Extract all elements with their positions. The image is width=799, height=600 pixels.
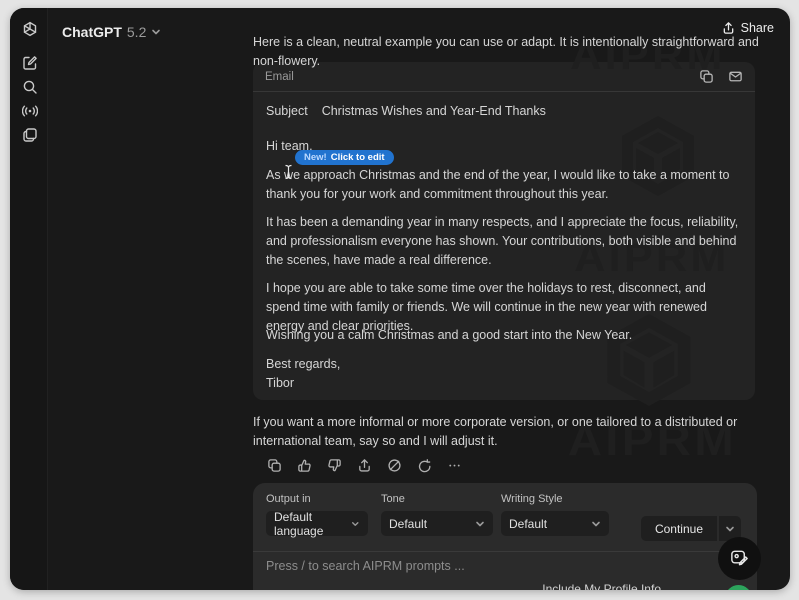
- tone-field: Tone Default: [381, 493, 493, 536]
- include-profile-row: Include My Profile Info: [542, 582, 661, 590]
- read-aloud-off-icon[interactable]: [383, 455, 405, 475]
- my-profile-info-link[interactable]: My Profile Info: [584, 582, 661, 590]
- library-icon[interactable]: [21, 126, 38, 143]
- email-card: Email Subject Christmas Wishes and Year-…: [253, 62, 755, 400]
- email-closing: Best regards,: [266, 355, 742, 374]
- copy-icon[interactable]: [699, 69, 714, 84]
- output-in-field: Output in Default language: [266, 493, 368, 536]
- aiprm-canvas-button[interactable]: [718, 537, 761, 580]
- chatgpt-window: ChatGPT 5.2 Share AIPRM AIPRM AIPRM Here…: [10, 8, 790, 590]
- app-title: ChatGPT: [62, 24, 122, 40]
- image-edit-icon: [729, 548, 750, 569]
- tone-label: Tone: [381, 493, 493, 505]
- tone-value: Default: [389, 517, 427, 531]
- email-card-title: Email: [265, 71, 294, 83]
- new-badge: New!: [304, 152, 327, 163]
- panel-divider: [253, 551, 757, 552]
- model-selector[interactable]: ChatGPT 5.2: [62, 22, 161, 42]
- regenerate-icon[interactable]: [413, 455, 435, 475]
- assistant-message: Here is a clean, neutral example you can…: [253, 8, 759, 590]
- aiprm-prompt-search-input[interactable]: Press / to search AIPRM prompts ...: [266, 559, 465, 573]
- writing-style-value: Default: [509, 517, 547, 531]
- tone-select[interactable]: Default: [381, 511, 493, 536]
- copy-icon[interactable]: [263, 455, 285, 475]
- assistant-outro-text: If you want a more informal or more corp…: [253, 413, 759, 451]
- email-subject-value: Christmas Wishes and Year-End Thanks: [322, 102, 546, 121]
- chevron-down-icon: [351, 519, 360, 529]
- email-subject-label: Subject: [266, 102, 308, 121]
- email-card-header: Email: [253, 62, 755, 92]
- chevron-down-icon: [725, 524, 735, 534]
- chevron-down-icon: [475, 519, 485, 529]
- output-in-label: Output in: [266, 493, 368, 505]
- click-to-edit-label: Click to edit: [331, 152, 385, 163]
- share-upload-icon[interactable]: [353, 455, 375, 475]
- chevron-down-icon: [591, 519, 601, 529]
- thumbs-down-icon[interactable]: [323, 455, 345, 475]
- output-in-value: Default language: [274, 510, 351, 538]
- writing-style-label: Writing Style: [501, 493, 609, 505]
- mail-icon[interactable]: [728, 69, 743, 84]
- email-paragraph: Wishing you a calm Christmas and a good …: [266, 326, 742, 345]
- click-to-edit-pill[interactable]: New! Click to edit: [295, 150, 394, 165]
- model-version: 5.2: [127, 24, 146, 40]
- email-paragraph: As we approach Christmas and the end of …: [266, 166, 742, 204]
- more-options-icon[interactable]: [443, 455, 465, 475]
- thumbs-up-icon[interactable]: [293, 455, 315, 475]
- text-cursor: [284, 164, 293, 185]
- aiprm-panel: Output in Default language Tone Default …: [253, 483, 757, 590]
- chevron-down-icon: [151, 27, 161, 37]
- email-signature: Tibor: [266, 374, 742, 393]
- email-paragraph: It has been a demanding year in many res…: [266, 213, 742, 270]
- openai-logo-icon[interactable]: [21, 20, 38, 37]
- share-upload-icon: [722, 21, 735, 35]
- search-icon[interactable]: [21, 78, 38, 95]
- output-in-select[interactable]: Default language: [266, 511, 368, 536]
- continue-button[interactable]: Continue: [641, 516, 717, 541]
- sidebar-rail: [10, 8, 48, 590]
- writing-style-select[interactable]: Default: [501, 511, 609, 536]
- include-label: Include: [542, 582, 584, 590]
- share-label: Share: [741, 21, 774, 35]
- new-chat-icon[interactable]: [21, 54, 38, 71]
- message-action-bar: [263, 455, 465, 475]
- voice-icon[interactable]: [21, 102, 38, 119]
- share-button[interactable]: Share: [722, 21, 774, 35]
- email-subject-row: Subject Christmas Wishes and Year-End Th…: [266, 102, 742, 121]
- writing-style-field: Writing Style Default: [501, 493, 609, 536]
